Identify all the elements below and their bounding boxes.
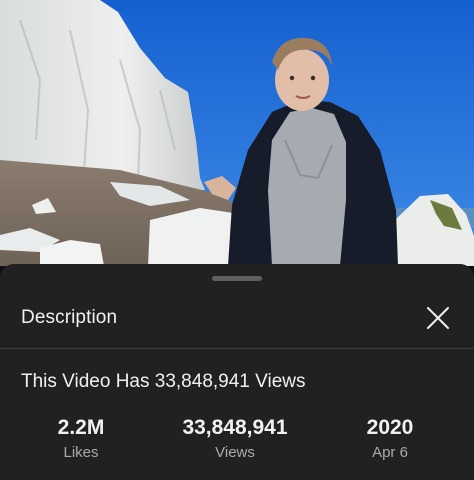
date-stat: 2020 Apr 6	[340, 414, 440, 463]
panel-header: Description	[0, 286, 474, 348]
views-count: 33,848,941	[182, 416, 288, 439]
video-title: This Video Has 33,848,941 Views	[21, 371, 306, 392]
close-button[interactable]	[418, 298, 458, 338]
description-panel: Description This Video Has 33,848,941 Vi…	[0, 264, 474, 480]
header-divider	[0, 348, 474, 349]
likes-label: Likes	[63, 444, 99, 461]
drag-handle[interactable]	[212, 276, 262, 281]
publish-day: Apr 6	[372, 444, 408, 461]
close-icon	[427, 307, 449, 329]
video-stats: 2.2M Likes 33,848,941 Views 2020 Apr 6	[0, 414, 474, 474]
video-player[interactable]	[0, 0, 474, 266]
views-stat: 33,848,941 Views	[160, 414, 310, 463]
views-label: Views	[215, 444, 255, 461]
likes-count: 2.2M	[57, 416, 105, 439]
likes-stat: 2.2M Likes	[31, 414, 131, 463]
publish-year: 2020	[366, 416, 414, 439]
panel-title: Description	[21, 307, 118, 328]
video-thumbnail	[0, 0, 474, 266]
